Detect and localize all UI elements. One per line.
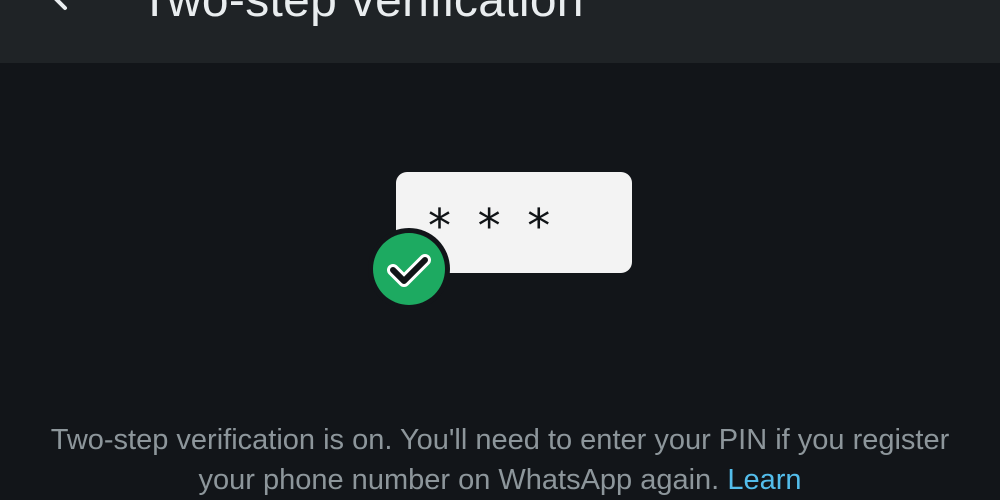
app-bar: Two-step verification bbox=[0, 0, 1000, 63]
back-button[interactable] bbox=[38, 0, 78, 18]
two-step-verification-screen: Two-step verification * * * Two-step ver… bbox=[0, 0, 1000, 500]
check-circle-icon bbox=[366, 226, 452, 312]
page-title: Two-step verification bbox=[140, 0, 584, 27]
pin-illustration: * * * bbox=[366, 172, 636, 312]
description-text: Two-step verification is on. You'll need… bbox=[50, 424, 950, 496]
verification-description: Two-step verification is on. You'll need… bbox=[40, 420, 960, 500]
learn-more-link[interactable]: Learn bbox=[727, 464, 801, 496]
back-arrow-icon bbox=[54, 0, 67, 10]
